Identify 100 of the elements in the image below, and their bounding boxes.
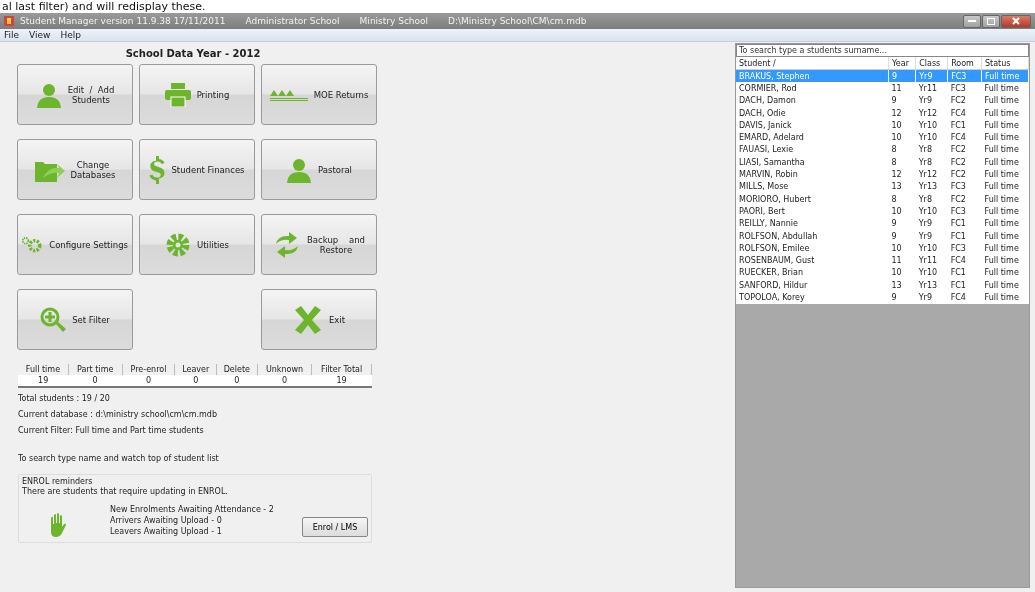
table-cell: Yr13 xyxy=(915,180,948,193)
table-cell: Full time xyxy=(981,180,1029,193)
table-cell: 0 xyxy=(122,375,175,387)
search-field[interactable]: To search type a students surname... xyxy=(736,44,1029,57)
student-row[interactable]: ROSENBAUM, Gust 11 Yr11 FC4 Full time xyxy=(736,254,1029,267)
table-cell: PAORI, Bert xyxy=(736,205,889,218)
student-row[interactable]: ROLFSON, Emilee 10 Yr10 FC3 Full time xyxy=(736,242,1029,255)
reminder-text: New Enrolments Awaiting Attendance - 2 xyxy=(110,504,274,515)
table-cell: FC1 xyxy=(947,119,982,132)
student-row[interactable]: MARVIN, Robin 12 Yr12 FC2 Full time xyxy=(736,168,1029,181)
gear-icon xyxy=(165,231,191,258)
table-cell: 10 xyxy=(888,119,916,132)
table-cell: Yr9 xyxy=(915,217,948,230)
student-row[interactable]: SANFORD, Hildur 13 Yr13 FC1 Full time xyxy=(736,279,1029,292)
table-cell: FC2 xyxy=(947,168,982,181)
app-icon xyxy=(4,16,14,26)
panel-title: ENROL reminders xyxy=(22,477,94,486)
menu-button[interactable]: Utilities xyxy=(139,214,255,275)
table-cell: Full time xyxy=(981,119,1029,132)
table-cell: TOPOLOA, Korey xyxy=(736,291,889,304)
student-row[interactable]: LIASI, Samantha 8 Yr8 FC2 Full time xyxy=(736,156,1029,169)
table-cell: Full time xyxy=(981,156,1029,169)
table-cell: 9 xyxy=(888,217,916,230)
table-cell: Yr11 xyxy=(915,82,948,95)
table-cell: 19 xyxy=(18,375,69,387)
column-header[interactable]: Student / xyxy=(736,57,889,70)
table-cell: ROLFSON, Emilee xyxy=(736,242,889,255)
column-header[interactable]: Year xyxy=(888,57,916,70)
student-row[interactable]: DAVIS, Janick 10 Yr10 FC1 Full time xyxy=(736,119,1029,132)
menu-button[interactable]: Student Finances xyxy=(139,139,255,200)
table-cell: 9 xyxy=(888,94,916,107)
column-header[interactable]: Class xyxy=(915,57,948,70)
table-cell: Yr9 xyxy=(915,291,948,304)
maximize-icon xyxy=(987,17,995,25)
column-header: Full time xyxy=(18,364,69,375)
menu-item[interactable]: Help xyxy=(60,30,81,40)
table-cell: FC2 xyxy=(947,143,982,157)
table-cell: 0 xyxy=(68,375,122,387)
column-header[interactable]: Status xyxy=(981,57,1029,70)
menu-button[interactable]: Configure Settings xyxy=(17,214,133,275)
table-cell: 10 xyxy=(888,205,916,218)
table-cell: MARVIN, Robin xyxy=(736,168,889,181)
table-cell: 8 xyxy=(888,192,916,206)
window-title: Administrator School xyxy=(245,16,340,26)
menu-button[interactable]: Exit xyxy=(261,289,377,350)
table-cell: Yr10 xyxy=(915,242,948,255)
table-cell: Full time xyxy=(981,266,1029,280)
close-button[interactable] xyxy=(1001,14,1031,28)
minimize-button[interactable] xyxy=(963,14,981,28)
student-row[interactable]: PAORI, Bert 10 Yr10 FC3 Full time xyxy=(736,205,1029,218)
table-cell: 0 xyxy=(257,375,312,387)
table-cell: 12 xyxy=(888,168,916,181)
sync-arrows-icon xyxy=(273,231,301,258)
window-title: Student Manager version 11.9.38 17/11/2011 xyxy=(20,16,226,26)
student-row[interactable]: TOPOLOA, Korey 9 Yr9 FC4 Full time xyxy=(736,291,1029,304)
table-cell: Yr8 xyxy=(915,192,948,206)
table-cell: 9 xyxy=(888,291,916,304)
table-cell: FC4 xyxy=(947,254,982,267)
menu-item[interactable]: View xyxy=(29,30,51,40)
table-cell: ROSENBAUM, Gust xyxy=(736,254,889,267)
menu-button[interactable]: MOE Returns xyxy=(261,64,377,125)
menu-button[interactable]: Pastoral xyxy=(261,139,377,200)
table-cell: LIASI, Samantha xyxy=(736,156,889,169)
table-cell: DAVIS, Janick xyxy=(736,119,889,132)
table-cell: 0 xyxy=(174,375,217,387)
table-cell: FAUASI, Lexie xyxy=(736,143,889,157)
enrol-button[interactable]: Enrol / LMS xyxy=(302,517,368,537)
table-cell: Full time xyxy=(981,205,1029,218)
table-cell: Yr8 xyxy=(915,143,948,157)
table-cell: Yr12 xyxy=(915,168,948,181)
table-cell: Yr10 xyxy=(915,131,948,144)
menu-item[interactable]: File xyxy=(4,30,20,40)
table-cell: FC4 xyxy=(947,106,982,120)
person-icon xyxy=(286,156,312,183)
menu-button[interactable]: Backup and Restore xyxy=(261,214,377,275)
table-cell: FC3 xyxy=(947,242,982,255)
info-text: Current Filter: Full time and Part time students xyxy=(17,425,205,436)
maximize-button[interactable] xyxy=(982,14,1000,28)
zoom-in-icon xyxy=(40,306,67,333)
table-cell: RUECKER, Brian xyxy=(736,266,889,280)
menu-button[interactable]: Set Filter xyxy=(17,289,133,350)
table-cell: Full time xyxy=(981,82,1029,95)
table-cell: DACH, Damon xyxy=(736,94,889,107)
table-cell: EMARD, Adelard xyxy=(736,131,889,144)
column-header[interactable]: Room xyxy=(947,57,982,70)
student-row[interactable]: EMARD, Adelard 10 Yr10 FC4 Full time xyxy=(736,131,1029,144)
info-text: Total students : 19 / 20 xyxy=(17,393,111,404)
enrol-message: There are students that require updating in ENROL. xyxy=(22,487,229,496)
table-cell: 9 xyxy=(888,229,916,243)
table-cell: 13 xyxy=(888,279,916,292)
menu-button[interactable]: Edit / Add Students xyxy=(17,64,133,125)
table-cell: Full time xyxy=(981,229,1029,243)
table-cell: FC2 xyxy=(947,94,982,107)
student-row[interactable]: CORMIER, Rod 11 Yr11 FC3 Full time xyxy=(736,82,1029,95)
table-cell: ROLFSON, Abdullah xyxy=(736,229,889,243)
table-cell: Yr13 xyxy=(915,279,948,292)
menu-button[interactable]: Printing xyxy=(139,64,255,125)
menu-button[interactable]: Change Databases xyxy=(17,139,133,200)
table-cell: 12 xyxy=(888,106,916,120)
table-cell: 8 xyxy=(888,143,916,157)
